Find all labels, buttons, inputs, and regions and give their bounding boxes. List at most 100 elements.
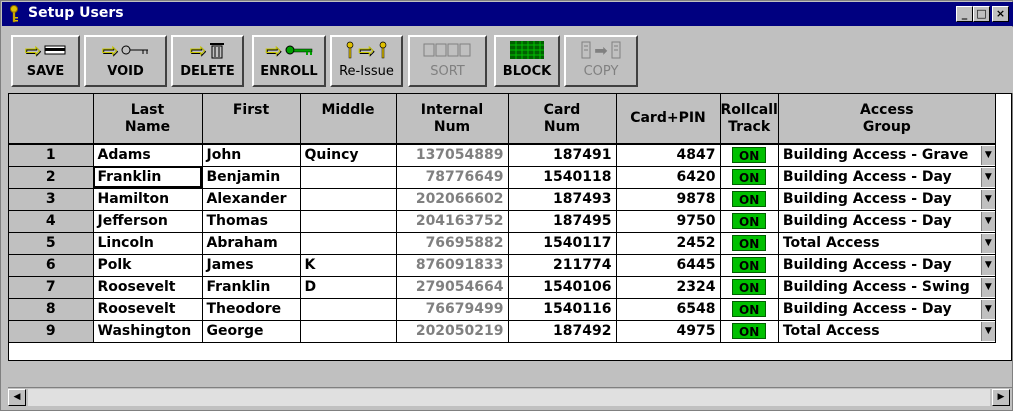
rollcall-track-cell[interactable]: ON <box>720 188 779 211</box>
last-name-cell[interactable]: Lincoln <box>93 232 203 255</box>
dropdown-arrow-icon[interactable]: ▼ <box>980 146 995 165</box>
internal-num-cell[interactable]: 76679499 <box>396 298 509 321</box>
internal-num-cell[interactable]: 202050219 <box>396 320 509 343</box>
card-pin-cell[interactable]: 9878 <box>616 188 721 211</box>
card-num-cell[interactable]: 1540116 <box>508 298 617 321</box>
card-num-cell[interactable]: 187493 <box>508 188 617 211</box>
first-name-cell[interactable]: Abraham <box>202 232 301 255</box>
rollcall-on-badge[interactable]: ON <box>732 279 767 295</box>
sort-button[interactable]: SORT <box>408 35 487 87</box>
first-name-cell[interactable]: George <box>202 320 301 343</box>
row-number-cell[interactable]: 8 <box>9 298 94 321</box>
table-row[interactable]: 9 Washington George 202050219 187492 4975 ON To… <box>9 320 996 343</box>
card-num-cell[interactable]: 187492 <box>508 320 617 343</box>
header-card-num[interactable]: Card Num <box>508 94 617 145</box>
rollcall-on-badge[interactable]: ON <box>732 191 767 207</box>
row-header-corner[interactable] <box>9 94 94 145</box>
close-icon[interactable]: × <box>992 6 1009 22</box>
dropdown-arrow-icon[interactable]: ▼ <box>980 189 995 209</box>
dropdown-arrow-icon[interactable]: ▼ <box>980 277 995 297</box>
last-name-cell[interactable]: Roosevelt <box>93 276 203 299</box>
internal-num-cell[interactable]: 876091833 <box>396 254 509 277</box>
table-row[interactable]: 6 Polk James K 876091833 211774 6445 ON Building… <box>9 254 996 277</box>
void-button[interactable]: ⇨ VOID <box>84 35 167 87</box>
rollcall-track-cell[interactable]: ON <box>720 276 779 299</box>
access-group-cell[interactable]: Building Access - Swing ▼ <box>778 276 996 299</box>
middle-name-cell[interactable] <box>300 298 397 321</box>
card-pin-cell[interactable]: 4847 <box>616 144 721 167</box>
last-name-cell[interactable]: Franklin <box>93 166 203 189</box>
last-name-cell[interactable]: Washington <box>93 320 203 343</box>
reissue-button[interactable]: ⇨ Re-Issue <box>330 35 403 87</box>
access-group-cell[interactable]: Building Access - Day ▼ <box>778 188 996 211</box>
table-row[interactable]: 2 Franklin Benjamin 78776649 1540118 6420 ON Bu… <box>9 166 996 189</box>
title-bar[interactable]: Setup Users _ □ × <box>2 2 1013 26</box>
first-name-cell[interactable]: Theodore <box>202 298 301 321</box>
rollcall-track-cell[interactable]: ON <box>720 144 779 167</box>
internal-num-cell[interactable]: 202066602 <box>396 188 509 211</box>
row-number-cell[interactable]: 4 <box>9 210 94 233</box>
internal-num-cell[interactable]: 204163752 <box>396 210 509 233</box>
horizontal-scrollbar[interactable]: ◀ ▶ <box>8 387 1012 407</box>
first-name-cell[interactable]: Alexander <box>202 188 301 211</box>
dropdown-arrow-icon[interactable]: ▼ <box>980 211 995 231</box>
rollcall-track-cell[interactable]: ON <box>720 232 779 255</box>
header-rollcall-track[interactable]: Rollcall Track <box>720 94 779 145</box>
save-button[interactable]: ⇨ SAVE <box>11 35 80 87</box>
header-first[interactable]: First <box>202 94 301 145</box>
scroll-track[interactable] <box>28 389 990 406</box>
first-name-cell[interactable]: Thomas <box>202 210 301 233</box>
last-name-cell[interactable]: Jefferson <box>93 210 203 233</box>
header-last-name[interactable]: Last Name <box>93 94 203 145</box>
access-group-cell[interactable]: Building Access - Grave ▼ <box>778 144 996 167</box>
internal-num-cell[interactable]: 137054889 <box>396 144 509 167</box>
minimize-icon[interactable]: _ <box>956 6 973 22</box>
rollcall-track-cell[interactable]: ON <box>720 298 779 321</box>
last-name-cell[interactable]: Roosevelt <box>93 298 203 321</box>
card-pin-cell[interactable]: 9750 <box>616 210 721 233</box>
rollcall-on-badge[interactable]: ON <box>732 257 767 273</box>
internal-num-cell[interactable]: 76695882 <box>396 232 509 255</box>
table-row[interactable]: 3 Hamilton Alexander 202066602 187493 9878 ON B… <box>9 188 996 211</box>
rollcall-track-cell[interactable]: ON <box>720 320 779 343</box>
access-group-cell[interactable]: Building Access - Day ▼ <box>778 210 996 233</box>
table-row[interactable]: 4 Jefferson Thomas 204163752 187495 9750 ON Bui… <box>9 210 996 233</box>
scroll-left-icon[interactable]: ◀ <box>8 389 26 406</box>
dropdown-arrow-icon[interactable]: ▼ <box>980 255 995 275</box>
middle-name-cell[interactable]: Quincy <box>300 144 397 167</box>
access-group-cell[interactable]: Total Access ▼ <box>778 232 996 255</box>
middle-name-cell[interactable]: K <box>300 254 397 277</box>
delete-button[interactable]: ⇨ DELETE <box>171 35 244 87</box>
access-group-cell[interactable]: Building Access - Day ▼ <box>778 166 996 189</box>
card-pin-cell[interactable]: 2324 <box>616 276 721 299</box>
row-number-cell[interactable]: 2 <box>9 166 94 189</box>
rollcall-on-badge[interactable]: ON <box>732 235 767 251</box>
card-num-cell[interactable]: 1540117 <box>508 232 617 255</box>
middle-name-cell[interactable] <box>300 210 397 233</box>
table-row[interactable]: 5 Lincoln Abraham 76695882 1540117 2452 ON Tota… <box>9 232 996 255</box>
maximize-icon[interactable]: □ <box>973 6 990 22</box>
card-pin-cell[interactable]: 6445 <box>616 254 721 277</box>
access-group-cell[interactable]: Total Access ▼ <box>778 320 996 343</box>
card-pin-cell[interactable]: 6420 <box>616 166 721 189</box>
first-name-cell[interactable]: Benjamin <box>202 166 301 189</box>
enroll-button[interactable]: ⇨ ENROLL <box>252 35 326 87</box>
rollcall-on-badge[interactable]: ON <box>732 169 767 185</box>
rollcall-on-badge[interactable]: ON <box>732 323 767 339</box>
middle-name-cell[interactable] <box>300 188 397 211</box>
middle-name-cell[interactable] <box>300 166 397 189</box>
middle-name-cell[interactable] <box>300 232 397 255</box>
last-name-cell[interactable]: Hamilton <box>93 188 203 211</box>
last-name-cell[interactable]: Adams <box>93 144 203 167</box>
table-row[interactable]: 8 Roosevelt Theodore 76679499 1540116 6548 ON B… <box>9 298 996 321</box>
internal-num-cell[interactable]: 279054664 <box>396 276 509 299</box>
rollcall-on-badge[interactable]: ON <box>732 301 767 317</box>
access-group-cell[interactable]: Building Access - Day ▼ <box>778 298 996 321</box>
rollcall-track-cell[interactable]: ON <box>720 210 779 233</box>
header-internal-num[interactable]: Internal Num <box>396 94 509 145</box>
row-number-cell[interactable]: 1 <box>9 144 94 167</box>
row-number-cell[interactable]: 5 <box>9 232 94 255</box>
card-num-cell[interactable]: 1540106 <box>508 276 617 299</box>
header-middle[interactable]: Middle <box>300 94 397 145</box>
scroll-right-icon[interactable]: ▶ <box>992 389 1010 406</box>
